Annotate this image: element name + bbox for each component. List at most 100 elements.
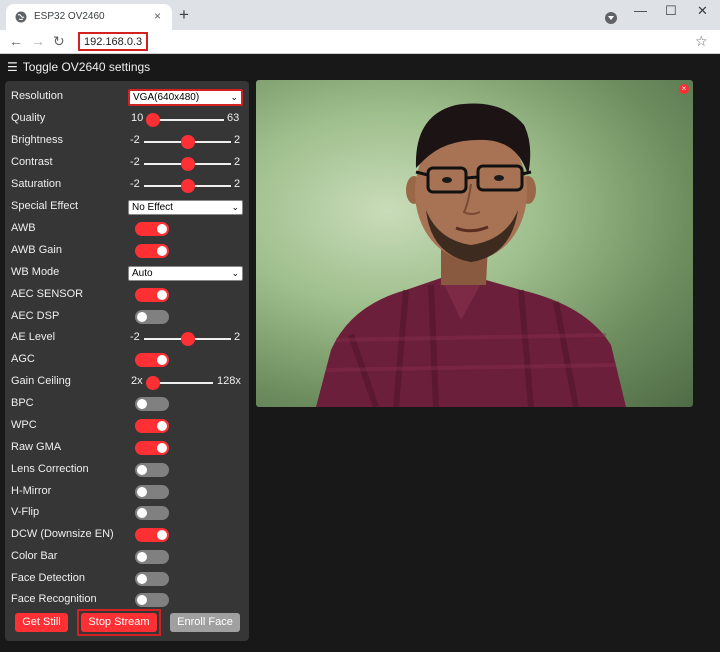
aec-dsp-toggle[interactable] (135, 310, 169, 324)
ae-level-slider-knob[interactable] (180, 332, 195, 346)
agc-label: AGC (11, 353, 35, 365)
contrast-max: 2 (234, 156, 241, 168)
contrast-label: Contrast (11, 156, 53, 168)
toggle-knob (137, 574, 147, 584)
resolution-select[interactable]: VGA(640x480) ⌄ (128, 89, 243, 106)
h-mirror-toggle[interactable] (135, 485, 169, 499)
toggle-knob (137, 465, 147, 475)
person-photo (316, 103, 626, 407)
ae-level-min: -2 (130, 331, 140, 343)
saturation-slider[interactable] (144, 179, 231, 193)
ae-level-slider[interactable] (144, 332, 231, 346)
special-effect-label: Special Effect (11, 200, 79, 212)
saturation-slider-knob[interactable] (180, 179, 195, 193)
awb-gain-toggle[interactable] (135, 244, 169, 258)
reload-icon[interactable]: ↻ (53, 32, 65, 50)
gain-ceiling-slider[interactable] (146, 376, 213, 390)
resolution-row: Resolution VGA(640x480) ⌄ (5, 87, 249, 107)
ae-level-max: 2 (234, 331, 241, 343)
aec-dsp-row: AEC DSP (5, 307, 249, 327)
awb-toggle[interactable] (135, 222, 169, 236)
gain-ceiling-row: Gain Ceiling 2x 128x (5, 372, 249, 392)
aec-sensor-toggle[interactable] (135, 288, 169, 302)
color-bar-toggle[interactable] (135, 550, 169, 564)
face-detection-toggle[interactable] (135, 572, 169, 586)
resolution-label: Resolution (11, 90, 63, 102)
toggle-settings-label: Toggle OV2640 settings (22, 60, 151, 74)
toggle-settings-header[interactable]: ☰ Toggle OV2640 settings (7, 60, 150, 74)
v-flip-label: V-Flip (11, 506, 40, 518)
h-mirror-label: H-Mirror (11, 485, 52, 497)
face-recognition-toggle[interactable] (135, 593, 169, 607)
quality-slider[interactable] (146, 113, 224, 127)
toggle-knob (137, 399, 147, 409)
quality-max: 63 (227, 112, 240, 124)
contrast-slider[interactable] (144, 157, 231, 171)
lens-correction-toggle[interactable] (135, 463, 169, 477)
brightness-row: Brightness -2 2 (5, 131, 249, 151)
browser-tab[interactable]: ESP32 OV2460 × (6, 4, 172, 30)
raw-gma-row: Raw GMA (5, 438, 249, 458)
raw-gma-toggle[interactable] (135, 441, 169, 455)
address-bar[interactable]: 192.168.0.3 (78, 32, 149, 51)
new-tab-button[interactable]: + (179, 6, 189, 23)
contrast-slider-knob[interactable] (180, 157, 195, 171)
forward-arrow-icon[interactable]: → (31, 32, 45, 50)
stop-stream-button[interactable]: Stop Stream (81, 613, 157, 632)
face-detection-label: Face Detection (11, 572, 85, 584)
wb-mode-select[interactable]: Auto ⌄ (128, 266, 243, 281)
back-arrow-icon[interactable]: ← (9, 32, 23, 50)
awb-row: AWB (5, 219, 249, 239)
agc-row: AGC (5, 350, 249, 370)
aec-sensor-row: AEC SENSOR (5, 285, 249, 305)
toggle-knob (157, 530, 167, 540)
toggle-knob (157, 246, 167, 256)
profile-menu-icon[interactable] (605, 12, 617, 24)
h-mirror-row: H-Mirror (5, 482, 249, 502)
wb-mode-row: WB Mode Auto ⌄ (5, 263, 249, 283)
maximize-button[interactable]: ☐ (665, 4, 677, 18)
toggle-knob (137, 552, 147, 562)
dcw-row: DCW (Downsize EN) (5, 525, 249, 545)
wpc-toggle[interactable] (135, 419, 169, 433)
close-tab-icon[interactable]: × (154, 9, 161, 23)
brightness-min: -2 (130, 134, 140, 146)
toggle-knob (157, 443, 167, 453)
quality-slider-knob[interactable] (146, 113, 161, 127)
brightness-slider[interactable] (144, 135, 231, 149)
aec-sensor-label: AEC SENSOR (11, 288, 84, 300)
get-still-button[interactable]: Get Still (15, 613, 68, 632)
close-window-button[interactable]: ✕ (697, 4, 708, 18)
quality-min: 10 (131, 112, 144, 124)
wb-mode-label: WB Mode (11, 266, 60, 278)
brightness-slider-knob[interactable] (180, 135, 195, 149)
resolution-value: VGA(640x480) (133, 92, 200, 103)
saturation-min: -2 (130, 178, 140, 190)
dcw-toggle[interactable] (135, 528, 169, 542)
browser-toolbar: ← → ↻ 192.168.0.3 ☆ (0, 30, 720, 54)
toggle-knob (137, 487, 147, 497)
browser-tab-bar: ESP32 OV2460 × + — ☐ ✕ (0, 0, 720, 30)
bookmark-star-icon[interactable]: ☆ (695, 33, 708, 49)
close-stream-icon[interactable]: × (679, 84, 689, 94)
v-flip-toggle[interactable] (135, 506, 169, 520)
gain-ceiling-slider-knob[interactable] (146, 376, 160, 390)
lens-correction-row: Lens Correction (5, 460, 249, 480)
ae-level-label: AE Level (11, 331, 56, 343)
bpc-label: BPC (11, 397, 34, 409)
awb-gain-row: AWB Gain (5, 241, 249, 261)
quality-row: Quality 10 63 (5, 109, 249, 129)
awb-gain-label: AWB Gain (11, 244, 62, 256)
enroll-face-button[interactable]: Enroll Face (170, 613, 240, 632)
minimize-button[interactable]: — (634, 4, 647, 18)
settings-panel: Resolution VGA(640x480) ⌄ Quality 10 63 … (5, 81, 249, 641)
wpc-label: WPC (11, 419, 37, 431)
quality-label: Quality (11, 112, 46, 124)
special-effect-row: Special Effect No Effect ⌄ (5, 197, 249, 217)
special-effect-select[interactable]: No Effect ⌄ (128, 200, 243, 215)
brightness-label: Brightness (11, 134, 63, 146)
gain-ceiling-max: 128x (217, 375, 241, 387)
bpc-toggle[interactable] (135, 397, 169, 411)
agc-toggle[interactable] (135, 353, 169, 367)
toggle-knob (137, 312, 147, 322)
